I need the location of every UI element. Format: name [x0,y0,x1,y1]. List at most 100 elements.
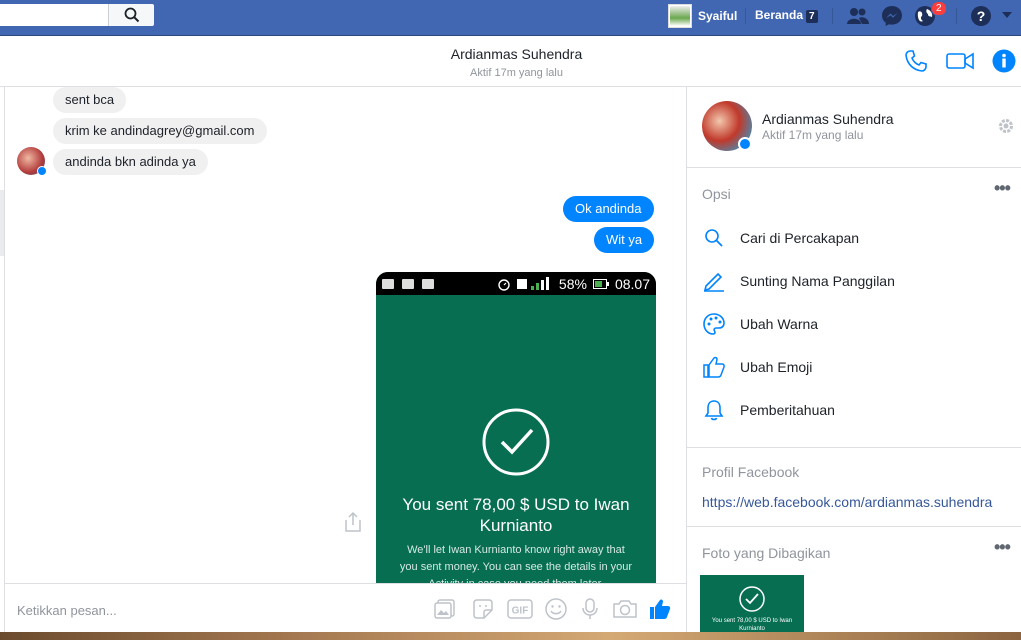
option-label: Ubah Emoji [740,359,813,375]
camera-button[interactable] [612,597,638,624]
notifications-option[interactable]: Pemberitahuan [702,398,835,422]
gear-icon [999,119,1013,133]
conversation-header: Ardianmas Suhendra Aktif 17m yang lalu [0,37,1021,87]
settings-button[interactable] [997,117,1015,138]
account-menu-button[interactable] [995,5,1019,27]
svg-text:GIF: GIF [512,606,529,617]
shared-photos-heading: Foto yang Dibagikan [702,545,831,561]
video-camera-icon [946,52,974,70]
outgoing-message[interactable]: Ok andinda [563,196,654,222]
add-photo-button[interactable] [433,597,457,624]
thumbnail-text: You sent 78,00 $ USD to Iwan Kurnianto [711,618,793,632]
left-edge [0,190,4,256]
sticker-icon [473,599,493,619]
messages-button[interactable] [880,5,904,27]
edit-nicknames-option[interactable]: Sunting Nama Panggilan [702,269,895,293]
voice-call-button[interactable] [904,49,928,76]
desktop-taskbar [0,632,1021,640]
search-in-conversation-option[interactable]: Cari di Percakapan [702,226,859,250]
phone-icon [905,50,927,72]
payment-confirmation-text: We'll let Iwan Kurnianto know right away… [399,544,633,584]
microphone-icon [582,598,598,619]
message-input[interactable]: Ketikkan pesan... [17,603,117,618]
bell-icon [702,398,726,422]
option-label: Sunting Nama Panggilan [740,273,895,289]
change-emoji-option[interactable]: Ubah Emoji [702,355,812,379]
payment-confirmation-title: You sent 78,00 $ USD to Iwan Kurnianto [402,495,630,535]
signal-icon [516,276,549,290]
option-label: Cari di Percakapan [740,230,860,246]
battery-percent: 58% [558,275,587,292]
messenger-badge-icon [738,137,752,151]
search-icon [702,226,726,250]
incoming-message[interactable]: krim ke andindagrey@gmail.com [53,118,267,144]
gif-button[interactable]: GIF [507,597,533,624]
incoming-message[interactable]: sent bca [53,87,127,113]
images-icon [434,599,455,619]
messenger-badge-icon [37,166,47,176]
shared-image-message[interactable]: 58% 08.07 You sent 78,00 $ USD to Iwan K… [376,272,656,584]
sender-avatar[interactable] [17,147,47,176]
emoji-button[interactable] [544,597,568,624]
facebook-profile-link[interactable]: https://web.facebook.com/ardianmas.suhen… [702,494,992,510]
incoming-message[interactable]: andinda bkn adinda ya [53,149,208,175]
shared-photos-more-button[interactable]: ••• [994,537,1011,558]
user-name: Syaiful [698,9,738,23]
battery-icon [592,278,609,289]
outgoing-message[interactable]: Wit ya [594,227,655,253]
conversation-title: Ardianmas Suhendra [450,46,583,62]
divider [745,8,746,24]
share-icon [345,511,361,532]
pencil-icon [702,269,726,293]
conversation-info-button[interactable] [992,49,1016,76]
friend-requests-button[interactable] [846,5,870,27]
option-label: Ubah Warna [740,316,819,332]
avatar [668,4,692,28]
phone-time: 08.07 [614,275,650,292]
thumbs-up-icon [650,599,671,619]
conversation-status: Aktif 17m yang lalu [470,67,563,79]
shared-photo-thumbnail[interactable]: You sent 78,00 $ USD to Iwan Kurnianto [700,575,804,640]
divider [4,87,5,640]
search-button[interactable] [108,4,154,26]
change-color-option[interactable]: Ubah Warna [702,312,818,336]
search-icon [124,7,139,23]
message-composer: Ketikkan pesan... GIF [5,583,686,633]
home-link[interactable]: Beranda 7 [755,8,818,23]
search-input[interactable] [0,4,108,26]
friends-icon [847,8,869,24]
divider [832,8,833,24]
send-like-button[interactable] [648,597,672,624]
options-more-button[interactable]: ••• [994,178,1011,199]
divider [687,167,1021,168]
profile-link[interactable]: Syaiful [668,4,737,28]
gif-icon: GIF [507,599,533,619]
phone-status-bar: 58% 08.07 [376,272,656,295]
home-count-badge: 7 [806,10,818,23]
divider [687,447,1021,448]
option-label: Pemberitahuan [740,402,835,418]
conversation-details-panel: Ardianmas Suhendra Aktif 17m yang lalu O… [686,87,1021,640]
voice-clip-button[interactable] [580,597,600,624]
checkmark-icon [739,586,765,612]
video-call-button[interactable] [946,49,974,76]
home-label: Beranda [755,8,804,22]
help-icon: ? [971,6,991,26]
share-button[interactable] [343,511,363,536]
thumbs-up-icon [702,355,726,379]
sticker-button[interactable] [471,597,495,624]
options-heading: Opsi [702,186,731,202]
contact-avatar[interactable] [702,101,752,151]
help-button[interactable]: ? [969,5,993,27]
divider [687,526,1021,527]
checkmark-icon [480,406,552,481]
svg-text:?: ? [977,8,986,24]
notifications-count-badge: 2 [931,1,947,16]
info-icon [992,49,1016,73]
camera-icon [613,600,637,618]
messenger-icon [882,6,902,26]
contact-name[interactable]: Ardianmas Suhendra [762,111,894,127]
divider [956,8,957,24]
alarm-icon [498,278,510,291]
palette-icon [702,312,726,336]
